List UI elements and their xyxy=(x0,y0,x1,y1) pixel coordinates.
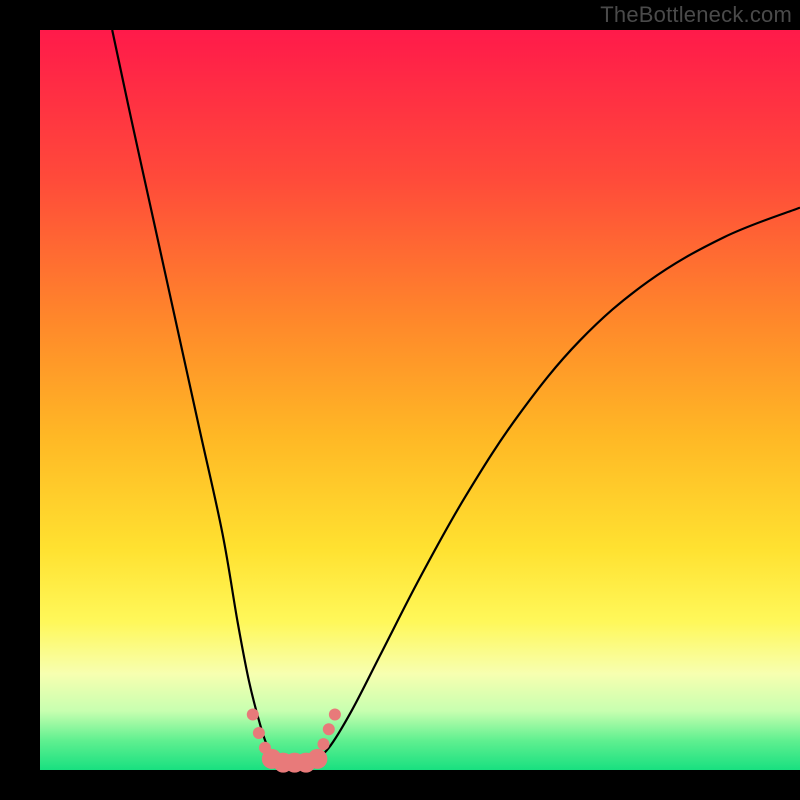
valley-marker xyxy=(247,709,259,721)
valley-marker xyxy=(307,749,327,769)
chart-frame: TheBottleneck.com xyxy=(0,0,800,800)
valley-marker xyxy=(317,738,329,750)
bottleneck-chart xyxy=(0,0,800,800)
watermark-text: TheBottleneck.com xyxy=(600,2,792,28)
valley-marker xyxy=(329,709,341,721)
valley-marker xyxy=(253,727,265,739)
gradient-background xyxy=(40,30,800,770)
valley-marker xyxy=(323,723,335,735)
